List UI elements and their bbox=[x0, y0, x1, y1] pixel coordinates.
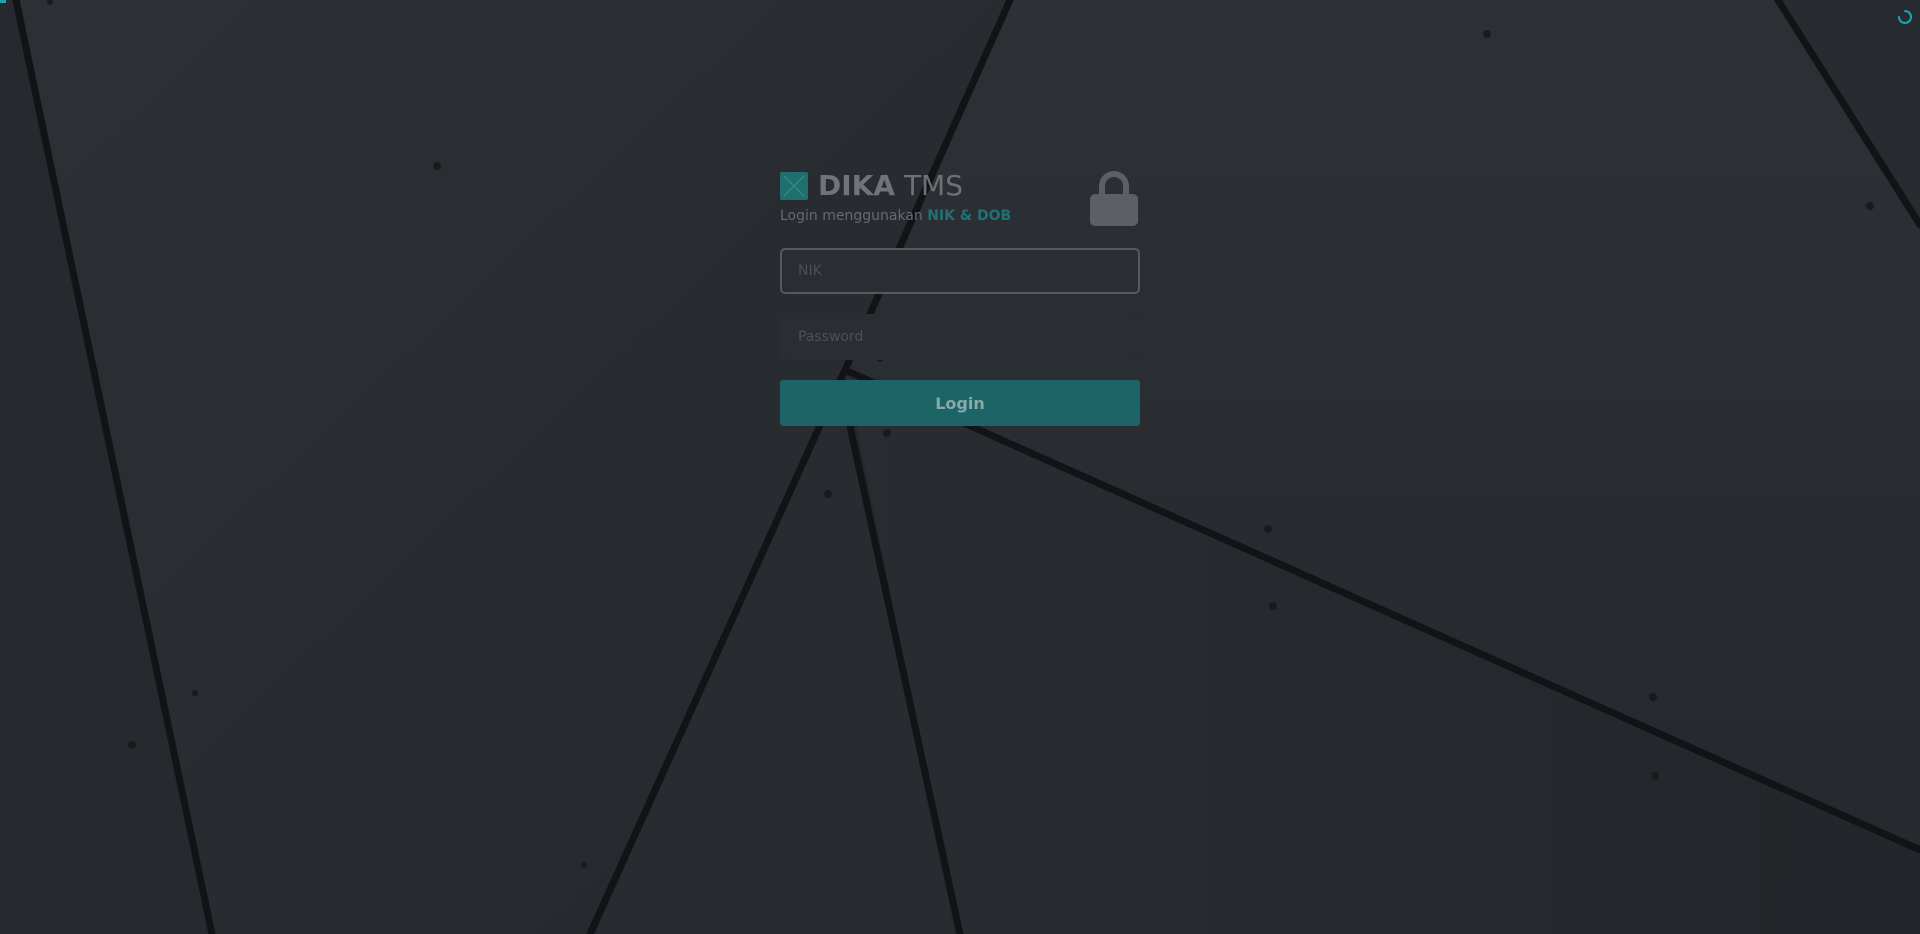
brand-name-bold: DIKA bbox=[818, 169, 896, 202]
brand-name: DIKA TMS bbox=[818, 168, 963, 204]
login-subtitle: Login menggunakan NIK & DOB bbox=[780, 208, 1011, 224]
lock-icon bbox=[1090, 171, 1138, 226]
background-overlay bbox=[0, 0, 1920, 934]
login-button[interactable]: Login bbox=[780, 380, 1140, 426]
dika-logo-icon bbox=[780, 172, 808, 200]
loading-spinner-icon bbox=[1898, 10, 1912, 24]
login-panel: DIKA TMS Login menggunakan NIK & DOB Log… bbox=[780, 168, 1140, 426]
subtitle-prefix: Login menggunakan bbox=[780, 208, 928, 224]
brand-header: DIKA TMS Login menggunakan NIK & DOB bbox=[780, 168, 1140, 230]
top-progress-indicator bbox=[0, 0, 6, 3]
subtitle-accent: NIK & DOB bbox=[927, 208, 1012, 224]
brand-name-light: TMS bbox=[903, 169, 963, 202]
password-input[interactable] bbox=[780, 314, 1140, 360]
nik-input[interactable] bbox=[780, 248, 1140, 294]
